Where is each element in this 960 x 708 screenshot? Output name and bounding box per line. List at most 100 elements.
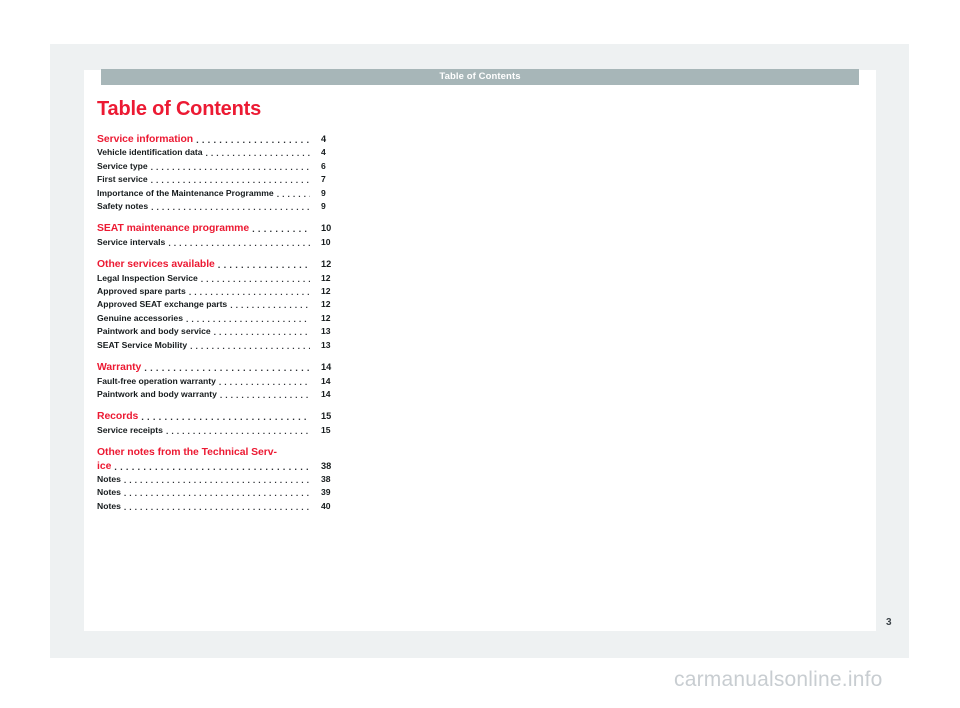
toc-entry[interactable]: Notes 40: [97, 500, 347, 513]
toc-entry-page-number: 4: [321, 147, 326, 158]
toc-entry-label: Service information: [97, 134, 194, 145]
toc-entry-page-number: 40: [321, 500, 331, 511]
toc-entry-label: Importance of the Maintenance Programme: [97, 187, 274, 198]
toc-chapter[interactable]: Other notes from the Technical Serv-: [97, 446, 347, 459]
toc-entry-label: Genuine accessories: [97, 312, 183, 323]
toc-entry[interactable]: Fault-free operation warranty 14: [97, 375, 347, 388]
toc-entry-page-number: 6: [321, 160, 326, 171]
toc-chapter[interactable]: Warranty 14: [97, 361, 347, 374]
toc-entry[interactable]: Legal Inspection Service 12: [97, 272, 347, 285]
toc-dot-leader: [151, 176, 310, 187]
toc-entry[interactable]: Approved spare parts 12: [97, 285, 347, 298]
toc-dot-leader: [206, 149, 310, 160]
toc-entry-page-number: 38: [321, 473, 331, 484]
toc-entry-page-number: 12: [321, 312, 331, 323]
toc-chapter[interactable]: Service information 4: [97, 133, 347, 146]
toc-entry[interactable]: Genuine accessories 12: [97, 312, 347, 325]
toc-entry-page-number: 14: [321, 388, 331, 399]
toc-entry[interactable]: Vehicle identification data 4: [97, 146, 347, 159]
toc-entry-label: Approved SEAT exchange parts: [97, 299, 228, 310]
toc-dot-leader: [144, 364, 310, 375]
toc-entry-page-number: 4: [321, 134, 327, 144]
toc-entry-label: Vehicle identification data: [97, 147, 203, 158]
toc-entry[interactable]: Notes 39: [97, 486, 347, 499]
toc-entry-page-number: 14: [321, 375, 331, 386]
toc-entry[interactable]: Approved SEAT exchange parts 12: [97, 298, 347, 311]
toc-group: Records 15 Service receipts 15: [97, 410, 347, 437]
toc-entry[interactable]: Service type 6: [97, 160, 347, 173]
toc-entry-label: SEAT Service Mobility: [97, 339, 188, 350]
toc-entry-page-number: 9: [321, 187, 326, 198]
toc-entry-label: Service intervals: [97, 236, 166, 247]
toc-entry-label: Fault-free operation warranty: [97, 375, 216, 386]
toc-entry-label: Notes: [97, 473, 121, 484]
toc-entry-label: SEAT maintenance programme: [97, 223, 250, 235]
toc-entry-label: Records: [97, 411, 139, 423]
toc-entry-page-number: 38: [321, 460, 332, 471]
toc-entry-page-number: 13: [321, 326, 331, 337]
toc-dot-leader: [201, 274, 310, 285]
toc-dot-leader: [151, 202, 310, 213]
toc-entry[interactable]: Service receipts 15: [97, 424, 347, 437]
toc-entry-label: Approved spare parts: [97, 286, 186, 297]
toc-chapter[interactable]: ice 38: [97, 460, 347, 473]
toc-chapter[interactable]: SEAT maintenance programme 10: [97, 222, 347, 235]
toc-entry-page-number: 10: [321, 236, 331, 247]
toc-group: Other services available12Legal Inspecti…: [97, 258, 347, 352]
toc-dot-leader: [168, 238, 310, 249]
page-title: Table of Contents: [97, 98, 262, 120]
toc-entry[interactable]: Paintwork and body service 13: [97, 325, 347, 338]
toc-entry-label: Other services available: [97, 259, 215, 271]
toc-dot-leader: [252, 225, 310, 236]
toc-group: Warranty 14 Fault-free operation warranty 1…: [97, 361, 347, 401]
toc-entry-label: Service type: [97, 160, 148, 171]
toc-entry-page-number: 15: [321, 411, 332, 422]
toc-entry-page-number: 12: [321, 299, 331, 310]
toc-entry[interactable]: Safety notes 9: [97, 200, 347, 213]
toc-entry-label: Safety notes: [97, 201, 149, 212]
toc-dot-leader: [186, 314, 310, 325]
running-header-bar: Table of Contents: [101, 69, 859, 85]
toc-group: Service information4Vehicle identificati…: [97, 133, 347, 213]
toc-entry-label: Legal Inspection Service: [97, 272, 198, 283]
toc-dot-leader: [214, 328, 310, 339]
toc-entry-page-number: 12: [321, 272, 331, 283]
toc-dot-leader: [230, 301, 310, 312]
toc-chapter[interactable]: Other services available 12: [97, 258, 347, 271]
toc-entry-label: Notes: [97, 487, 121, 498]
toc-entry-label: First service: [97, 174, 148, 185]
page-number: 3: [886, 617, 892, 628]
toc-entry[interactable]: SEAT Service Mobility 13: [97, 339, 347, 352]
toc-dot-leader: [219, 377, 310, 388]
toc-entry[interactable]: Service intervals 10: [97, 236, 347, 249]
toc-group: Other notes from the Technical Serv-ice 3…: [97, 446, 347, 513]
toc-entry-label: ice: [97, 460, 112, 472]
toc-entry-label: Warranty: [97, 362, 142, 374]
toc-entry-label: Other notes from the Technical Serv-: [97, 447, 277, 459]
toc-dot-leader: [190, 341, 310, 352]
toc-dot-leader: [166, 426, 310, 437]
toc-dot-leader: [124, 502, 310, 513]
toc-entry-page-number: 10: [321, 223, 332, 234]
toc-entry[interactable]: First service 7: [97, 173, 347, 186]
toc-chapter[interactable]: Records 15: [97, 410, 347, 423]
toc-entry[interactable]: Notes 38: [97, 473, 347, 486]
toc-dot-leader: [114, 462, 310, 473]
toc-dot-leader: [218, 261, 310, 272]
toc-dot-leader: [141, 413, 310, 424]
toc-dot-leader: [189, 287, 310, 298]
toc-entry-page-number: 14: [321, 362, 332, 373]
toc-entry-page-number: 9: [321, 201, 326, 212]
toc-dot-leader: [220, 390, 310, 401]
toc-dot-leader: [196, 135, 310, 146]
toc-dot-leader: [124, 489, 310, 500]
toc-entry-page-number: 13: [321, 339, 331, 350]
toc-entry[interactable]: Importance of the Maintenance Programme 9: [97, 187, 347, 200]
toc-entry[interactable]: Paintwork and body warranty 14: [97, 388, 347, 401]
toc-entry-page-number: 15: [321, 424, 331, 435]
toc-entry-page-number: 7: [321, 174, 326, 185]
toc-dot-leader: [151, 162, 310, 173]
toc-entry-label: Paintwork and body service: [97, 326, 211, 337]
site-watermark: carmanualsonline.info: [674, 668, 883, 691]
toc-entry-label: Service receipts: [97, 424, 163, 435]
